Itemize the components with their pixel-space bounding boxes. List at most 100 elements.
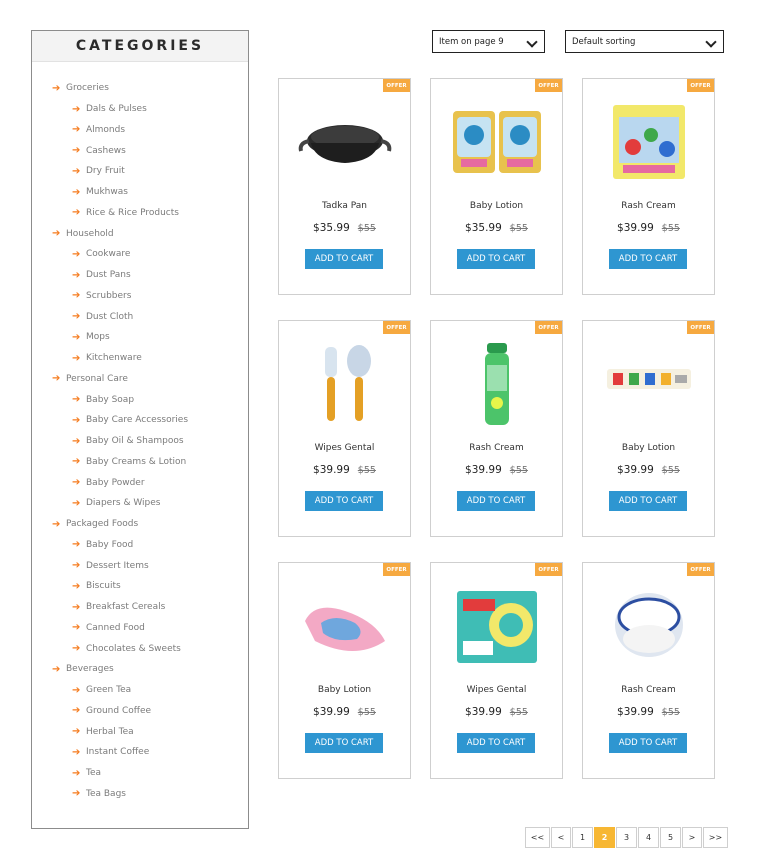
subcategory-item[interactable]: ➔ Dust Pans xyxy=(32,265,248,286)
prev-page-button[interactable]: < xyxy=(551,827,571,848)
baby-bather-icon[interactable] xyxy=(295,581,395,671)
subcategory-item[interactable]: ➔ Breakfast Cereals xyxy=(32,597,248,618)
subcategory-item[interactable]: ➔ Baby Powder xyxy=(32,472,248,493)
product-prices: $39.99 $55 xyxy=(583,222,714,234)
subcategory-item[interactable]: ➔ Scrubbers xyxy=(32,286,248,307)
page-button[interactable]: 2 xyxy=(594,827,615,848)
arrow-right-icon: ➔ xyxy=(72,497,81,509)
per-page-select[interactable]: Item on page 9 xyxy=(432,30,545,53)
page-button[interactable]: 1 xyxy=(572,827,593,848)
subcategory-item[interactable]: ➔ Herbal Tea xyxy=(32,721,248,742)
product-old-price: $55 xyxy=(509,465,528,476)
subcategory-item[interactable]: ➔ Chocolates & Sweets xyxy=(32,638,248,659)
category-item[interactable]: ➔ Beverages xyxy=(32,659,248,680)
product-card[interactable]: OFFER Tadka Pan $35.99 $55 ADD TO CART xyxy=(278,78,411,295)
product-card[interactable]: OFFER Baby Lotion $35.99 $55 ADD TO CART xyxy=(430,78,563,295)
category-item[interactable]: ➔ Groceries xyxy=(32,78,248,99)
product-name[interactable]: Tadka Pan xyxy=(279,201,410,211)
subcategory-item[interactable]: ➔ Baby Soap xyxy=(32,389,248,410)
add-to-cart-button[interactable]: ADD TO CART xyxy=(457,733,535,753)
product-card[interactable]: OFFER Rash Cream $39.99 $55 ADD TO CART xyxy=(582,78,715,295)
product-name[interactable]: Baby Lotion xyxy=(431,201,562,211)
add-to-cart-button[interactable]: ADD TO CART xyxy=(305,249,383,269)
subcategory-item[interactable]: ➔ Tea Bags xyxy=(32,784,248,805)
product-card[interactable]: OFFER Wipes Gental $39.99 $55 ADD TO CART xyxy=(430,562,563,779)
arrow-right-icon: ➔ xyxy=(72,622,81,634)
product-name[interactable]: Wipes Gental xyxy=(279,443,410,453)
add-to-cart-button[interactable]: ADD TO CART xyxy=(609,733,687,753)
bottle-icon[interactable] xyxy=(447,339,547,429)
add-to-cart-button[interactable]: ADD TO CART xyxy=(457,249,535,269)
arrow-right-icon: ➔ xyxy=(72,684,81,696)
subcategory-item[interactable]: ➔ Rice & Rice Products xyxy=(32,203,248,224)
subcategory-item[interactable]: ➔ Dry Fruit xyxy=(32,161,248,182)
first-page-button[interactable]: << xyxy=(525,827,550,848)
brush-comb-icon[interactable] xyxy=(295,339,395,429)
last-page-button[interactable]: >> xyxy=(703,827,728,848)
sorting-select[interactable]: Default sorting xyxy=(565,30,724,53)
product-name[interactable]: Wipes Gental xyxy=(431,685,562,695)
category-item[interactable]: ➔ Household xyxy=(32,223,248,244)
patch-box-icon[interactable] xyxy=(447,581,547,671)
powder-container-icon[interactable] xyxy=(599,581,699,671)
product-name[interactable]: Baby Lotion xyxy=(279,685,410,695)
pacifier-pack-icon[interactable] xyxy=(447,97,547,187)
product-price: $39.99 xyxy=(313,464,350,476)
product-card[interactable]: OFFER Rash Cream $39.99 $55 ADD TO CART xyxy=(430,320,563,537)
subcategory-item[interactable]: ➔ Baby Oil & Shampoos xyxy=(32,431,248,452)
subcategory-item[interactable]: ➔ Dust Cloth xyxy=(32,306,248,327)
subcategory-item[interactable]: ➔ Baby Food xyxy=(32,535,248,556)
category-item[interactable]: ➔ Personal Care xyxy=(32,369,248,390)
category-label: Packaged Foods xyxy=(66,519,139,530)
subcategory-item[interactable]: ➔ Cashews xyxy=(32,140,248,161)
subcategory-item[interactable]: ➔ Baby Care Accessories xyxy=(32,410,248,431)
next-page-button[interactable]: > xyxy=(682,827,702,848)
subcategory-item[interactable]: ➔ Canned Food xyxy=(32,618,248,639)
category-label: Tea xyxy=(86,768,102,779)
product-name[interactable]: Rash Cream xyxy=(583,201,714,211)
offer-badge: OFFER xyxy=(535,79,562,92)
arrow-right-icon: ➔ xyxy=(72,601,81,613)
product-card[interactable]: OFFER Baby Lotion $39.99 $55 ADD TO CART xyxy=(582,320,715,537)
pan-icon[interactable] xyxy=(295,97,395,187)
page-button[interactable]: 3 xyxy=(616,827,637,848)
subcategory-item[interactable]: ➔ Kitchenware xyxy=(32,348,248,369)
subcategory-item[interactable]: ➔ Green Tea xyxy=(32,680,248,701)
add-to-cart-button[interactable]: ADD TO CART xyxy=(457,491,535,511)
category-item[interactable]: ➔ Packaged Foods xyxy=(32,514,248,535)
subcategory-item[interactable]: ➔ Almonds xyxy=(32,120,248,141)
product-price: $35.99 xyxy=(313,222,350,234)
toy-box-icon[interactable] xyxy=(599,97,699,187)
product-old-price: $55 xyxy=(661,707,680,718)
add-to-cart-button[interactable]: ADD TO CART xyxy=(305,733,383,753)
subcategory-item[interactable]: ➔ Baby Creams & Lotion xyxy=(32,452,248,473)
arrow-right-icon: ➔ xyxy=(72,290,81,302)
offer-badge: OFFER xyxy=(687,79,714,92)
product-name[interactable]: Baby Lotion xyxy=(583,443,714,453)
toothpaste-icon[interactable] xyxy=(599,339,699,429)
product-card[interactable]: OFFER Wipes Gental $39.99 $55 ADD TO CART xyxy=(278,320,411,537)
add-to-cart-button[interactable]: ADD TO CART xyxy=(609,491,687,511)
subcategory-item[interactable]: ➔ Diapers & Wipes xyxy=(32,493,248,514)
arrow-right-icon: ➔ xyxy=(72,705,81,717)
add-to-cart-button[interactable]: ADD TO CART xyxy=(305,491,383,511)
subcategory-item[interactable]: ➔ Dessert Items xyxy=(32,555,248,576)
page-button[interactable]: 5 xyxy=(660,827,681,848)
subcategory-item[interactable]: ➔ Biscuits xyxy=(32,576,248,597)
categories-header: CATEGORIES xyxy=(32,31,248,62)
subcategory-item[interactable]: ➔ Tea xyxy=(32,763,248,784)
subcategory-item[interactable]: ➔ Instant Coffee xyxy=(32,742,248,763)
subcategory-item[interactable]: ➔ Mukhwas xyxy=(32,182,248,203)
product-prices: $39.99 $55 xyxy=(431,706,562,718)
product-card[interactable]: OFFER Rash Cream $39.99 $55 ADD TO CART xyxy=(582,562,715,779)
subcategory-item[interactable]: ➔ Dals & Pulses xyxy=(32,99,248,120)
add-to-cart-button[interactable]: ADD TO CART xyxy=(609,249,687,269)
product-card[interactable]: OFFER Baby Lotion $39.99 $55 ADD TO CART xyxy=(278,562,411,779)
subcategory-item[interactable]: ➔ Ground Coffee xyxy=(32,701,248,722)
subcategory-item[interactable]: ➔ Cookware xyxy=(32,244,248,265)
subcategory-item[interactable]: ➔ Mops xyxy=(32,327,248,348)
product-name[interactable]: Rash Cream xyxy=(431,443,562,453)
page-button[interactable]: 4 xyxy=(638,827,659,848)
product-name[interactable]: Rash Cream xyxy=(583,685,714,695)
arrow-right-icon: ➔ xyxy=(72,726,81,738)
